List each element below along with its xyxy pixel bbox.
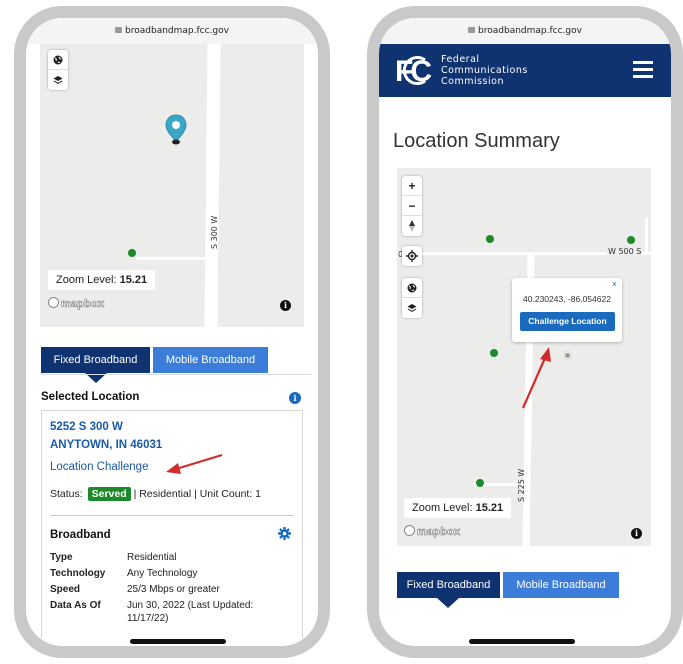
info-icon[interactable]: i [289, 392, 301, 404]
road-label-s-225-w: S 225 W [517, 468, 526, 502]
tabs-divider [41, 374, 311, 375]
detail-key: Type [50, 552, 73, 563]
url-text: broadbandmap.fcc.gov [125, 26, 229, 36]
location-dot[interactable] [486, 235, 494, 243]
zoom-level-display: Zoom Level: 15.21 [48, 270, 156, 290]
address-line-2: ANYTOWN, IN 46031 [50, 439, 163, 451]
geolocate-control [402, 246, 422, 266]
zoom-label: Zoom Level: [412, 502, 473, 514]
minus-icon[interactable]: − [402, 196, 422, 216]
info-icon[interactable]: i [631, 528, 642, 539]
info-icon[interactable]: i [280, 300, 291, 311]
challenge-location-button[interactable]: Challenge Location [520, 312, 615, 331]
road-s-300-w [204, 44, 221, 327]
popup-close-icon[interactable]: × [612, 279, 617, 289]
url-bar[interactable]: broadbandmap.fcc.gov [379, 18, 671, 44]
geolocate-icon[interactable] [402, 246, 422, 266]
globe-icon[interactable] [402, 278, 422, 298]
hamburger-menu-icon[interactable] [633, 61, 653, 78]
home-indicator [130, 639, 226, 644]
map-controls-left [48, 50, 68, 90]
zoom-value: 15.21 [475, 502, 504, 514]
tab-fixed-broadband[interactable]: Fixed Broadband [397, 572, 500, 598]
detail-key: Data As Of [50, 600, 101, 611]
plus-icon[interactable]: + [402, 176, 422, 196]
status-badge: Served [87, 487, 131, 501]
url-bar[interactable]: broadbandmap.fcc.gov [26, 18, 318, 44]
globe-icon[interactable] [48, 50, 68, 70]
status-detail: | Residential | Unit Count: 1 [133, 488, 261, 500]
map-pin-icon[interactable] [165, 114, 187, 146]
detail-key: Speed [50, 584, 81, 595]
location-dot[interactable] [627, 236, 635, 244]
layers-icon[interactable] [402, 298, 422, 318]
popup-coordinates: 40.230243, -86.054622 [523, 294, 611, 304]
left-phone-frame: broadbandmap.fcc.gov S 300 W Zoom Level:… [14, 6, 330, 658]
road-vertical-right [645, 218, 648, 254]
lock-icon [115, 27, 123, 33]
map-controls-right [402, 278, 422, 318]
location-card: 5252 S 300 W ANYTOWN, IN 46031 Location … [41, 410, 303, 638]
broadband-tabs: Fixed Broadband Mobile Broadband [397, 572, 651, 608]
fcc-logo-icon[interactable]: FC [395, 54, 435, 86]
home-indicator [469, 639, 575, 644]
page-title: Location Summary [393, 130, 560, 152]
annotation-arrow [521, 347, 551, 409]
right-phone-screen: broadbandmap.fcc.gov FC Federal Communic… [379, 18, 671, 646]
tab-fixed-broadband[interactable]: Fixed Broadband [41, 347, 150, 373]
selected-location-heading: Selected Location [41, 391, 140, 403]
tab-mobile-broadband[interactable]: Mobile Broadband [503, 572, 619, 598]
road-horizontal [136, 257, 208, 260]
lock-icon [468, 27, 476, 33]
zoom-controls: + − [402, 176, 422, 236]
location-dot[interactable] [476, 479, 484, 487]
compass-icon[interactable] [402, 216, 422, 236]
zoom-level-display: Zoom Level: 15.21 [404, 498, 512, 518]
location-popup: × 40.230243, -86.054622 Challenge Locati… [512, 278, 622, 342]
detail-key: Technology [50, 568, 106, 579]
detail-value: Jun 30, 2022 (Last Updated: [127, 600, 254, 611]
annotation-arrow [166, 453, 223, 474]
layers-icon[interactable] [48, 70, 68, 90]
right-phone-frame: broadbandmap.fcc.gov FC Federal Communic… [367, 6, 683, 658]
left-phone-screen: broadbandmap.fcc.gov S 300 W Zoom Level:… [26, 18, 318, 646]
active-tab-indicator [437, 598, 459, 608]
tab-mobile-broadband[interactable]: Mobile Broadband [153, 347, 268, 373]
selected-location-marker[interactable] [564, 352, 571, 359]
road-label-w-500-s: W 500 S [607, 247, 643, 256]
location-dot[interactable] [128, 249, 136, 257]
settings-gear-icon[interactable] [278, 527, 291, 540]
detail-value: Residential [127, 552, 177, 563]
mapbox-attribution-logo[interactable]: mapbox [48, 297, 104, 310]
map-view[interactable]: S 300 W Zoom Level: 15.21 mapbox i [40, 44, 304, 327]
org-name: Federal Communications Commission [441, 54, 528, 87]
broadband-heading: Broadband [50, 529, 111, 541]
fcc-header: FC Federal Communications Commission [379, 44, 671, 97]
broadband-tabs: Fixed Broadband Mobile Broadband [41, 347, 311, 383]
status-row: Status: Served | Residential | Unit Coun… [50, 487, 261, 501]
address-line-1: 5252 S 300 W [50, 421, 123, 433]
mapbox-attribution-logo[interactable]: mapbox [404, 525, 460, 538]
card-divider [50, 515, 294, 516]
location-challenge-link[interactable]: Location Challenge [50, 461, 148, 473]
status-label: Status: [50, 488, 83, 500]
detail-value: Any Technology [127, 568, 198, 579]
zoom-label: Zoom Level: [56, 274, 117, 286]
detail-value: 25/3 Mbps or greater [127, 584, 220, 595]
url-text: broadbandmap.fcc.gov [478, 26, 582, 36]
detail-value-continued: 11/17/22) [127, 613, 169, 624]
location-dot[interactable] [490, 349, 498, 357]
road-label: S 300 W [210, 215, 219, 249]
zoom-value: 15.21 [119, 274, 148, 286]
